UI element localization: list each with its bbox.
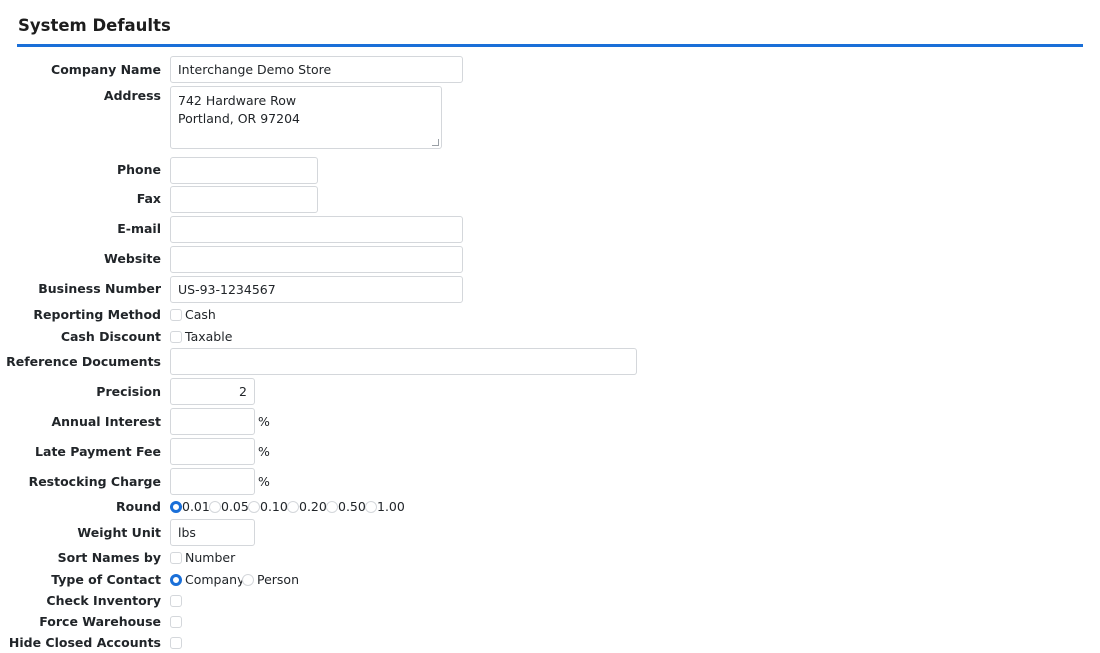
restocking-charge-label: Restocking Charge (28, 474, 161, 489)
precision-label: Precision (96, 384, 161, 399)
weight-unit-label: Weight Unit (77, 525, 161, 540)
address-label: Address (103, 88, 161, 103)
hide-closed-accounts-checkbox[interactable] (170, 637, 182, 649)
restocking-charge-input[interactable] (170, 468, 255, 495)
company-name-label: Company Name (51, 62, 161, 77)
force-warehouse-label: Force Warehouse (39, 614, 161, 629)
round-radio-0-10[interactable] (248, 501, 260, 513)
round-option-0-01[interactable]: 0.01 (182, 499, 210, 515)
phone-input[interactable] (170, 157, 318, 184)
round-radio-0-50[interactable] (326, 501, 338, 513)
fax-input[interactable] (170, 186, 318, 213)
email-input[interactable] (170, 216, 463, 243)
annual-interest-input[interactable] (170, 408, 255, 435)
restocking-charge-unit: % (258, 474, 270, 489)
business-number-label: Business Number (38, 281, 161, 296)
reporting-method-label: Reporting Method (33, 307, 161, 322)
type-of-contact-person-radio[interactable] (242, 574, 254, 586)
weight-unit-input[interactable]: lbs (170, 519, 255, 546)
round-option-1-00[interactable]: 1.00 (377, 499, 405, 515)
round-radio-0-05[interactable] (209, 501, 221, 513)
cash-discount-label: Cash Discount (60, 329, 161, 344)
check-inventory-checkbox[interactable] (170, 595, 182, 607)
business-number-input[interactable]: US-93-1234567 (170, 276, 463, 303)
fax-label: Fax (136, 191, 161, 206)
cash-discount-taxable-checkbox[interactable] (170, 331, 182, 343)
sort-names-by-number-checkbox[interactable] (170, 552, 182, 564)
cash-discount-taxable-option[interactable]: Taxable (185, 329, 232, 345)
annual-interest-label: Annual Interest (51, 414, 161, 429)
website-label: Website (104, 251, 161, 266)
email-label: E-mail (117, 221, 161, 236)
type-of-contact-company-option[interactable]: Company (185, 572, 244, 588)
late-payment-fee-input[interactable] (170, 438, 255, 465)
precision-input[interactable]: 2 (170, 378, 255, 405)
address-textarea[interactable]: 742 Hardware Row Portland, OR 97204 (170, 86, 442, 149)
hide-closed-accounts-label: Hide Closed Accounts (8, 635, 161, 650)
reference-documents-input[interactable] (170, 348, 637, 375)
sort-names-by-label: Sort Names by (57, 550, 161, 565)
round-option-0-50[interactable]: 0.50 (338, 499, 366, 515)
resize-grip-icon[interactable] (432, 139, 439, 146)
reference-documents-label: Reference Documents (6, 354, 161, 369)
round-option-0-05[interactable]: 0.05 (221, 499, 249, 515)
round-label: Round (116, 499, 161, 514)
round-radio-0-20[interactable] (287, 501, 299, 513)
check-inventory-label: Check Inventory (46, 593, 161, 608)
round-option-0-20[interactable]: 0.20 (299, 499, 327, 515)
round-radio-1-00[interactable] (365, 501, 377, 513)
company-name-input[interactable]: Interchange Demo Store (170, 56, 463, 83)
round-option-0-10[interactable]: 0.10 (260, 499, 288, 515)
type-of-contact-label: Type of Contact (51, 572, 161, 587)
annual-interest-unit: % (258, 414, 270, 429)
reporting-method-cash-checkbox[interactable] (170, 309, 182, 321)
page-title: System Defaults (18, 16, 171, 35)
type-of-contact-person-option[interactable]: Person (257, 572, 299, 588)
address-text: 742 Hardware Row Portland, OR 97204 (178, 93, 300, 126)
reporting-method-cash-option[interactable]: Cash (185, 307, 216, 323)
late-payment-fee-label: Late Payment Fee (35, 444, 161, 459)
sort-names-by-number-option[interactable]: Number (185, 550, 235, 566)
force-warehouse-checkbox[interactable] (170, 616, 182, 628)
title-underline (17, 44, 1083, 47)
late-payment-fee-unit: % (258, 444, 270, 459)
phone-label: Phone (116, 162, 161, 177)
round-radio-0-01[interactable] (170, 501, 182, 513)
website-input[interactable] (170, 246, 463, 273)
type-of-contact-company-radio[interactable] (170, 574, 182, 586)
